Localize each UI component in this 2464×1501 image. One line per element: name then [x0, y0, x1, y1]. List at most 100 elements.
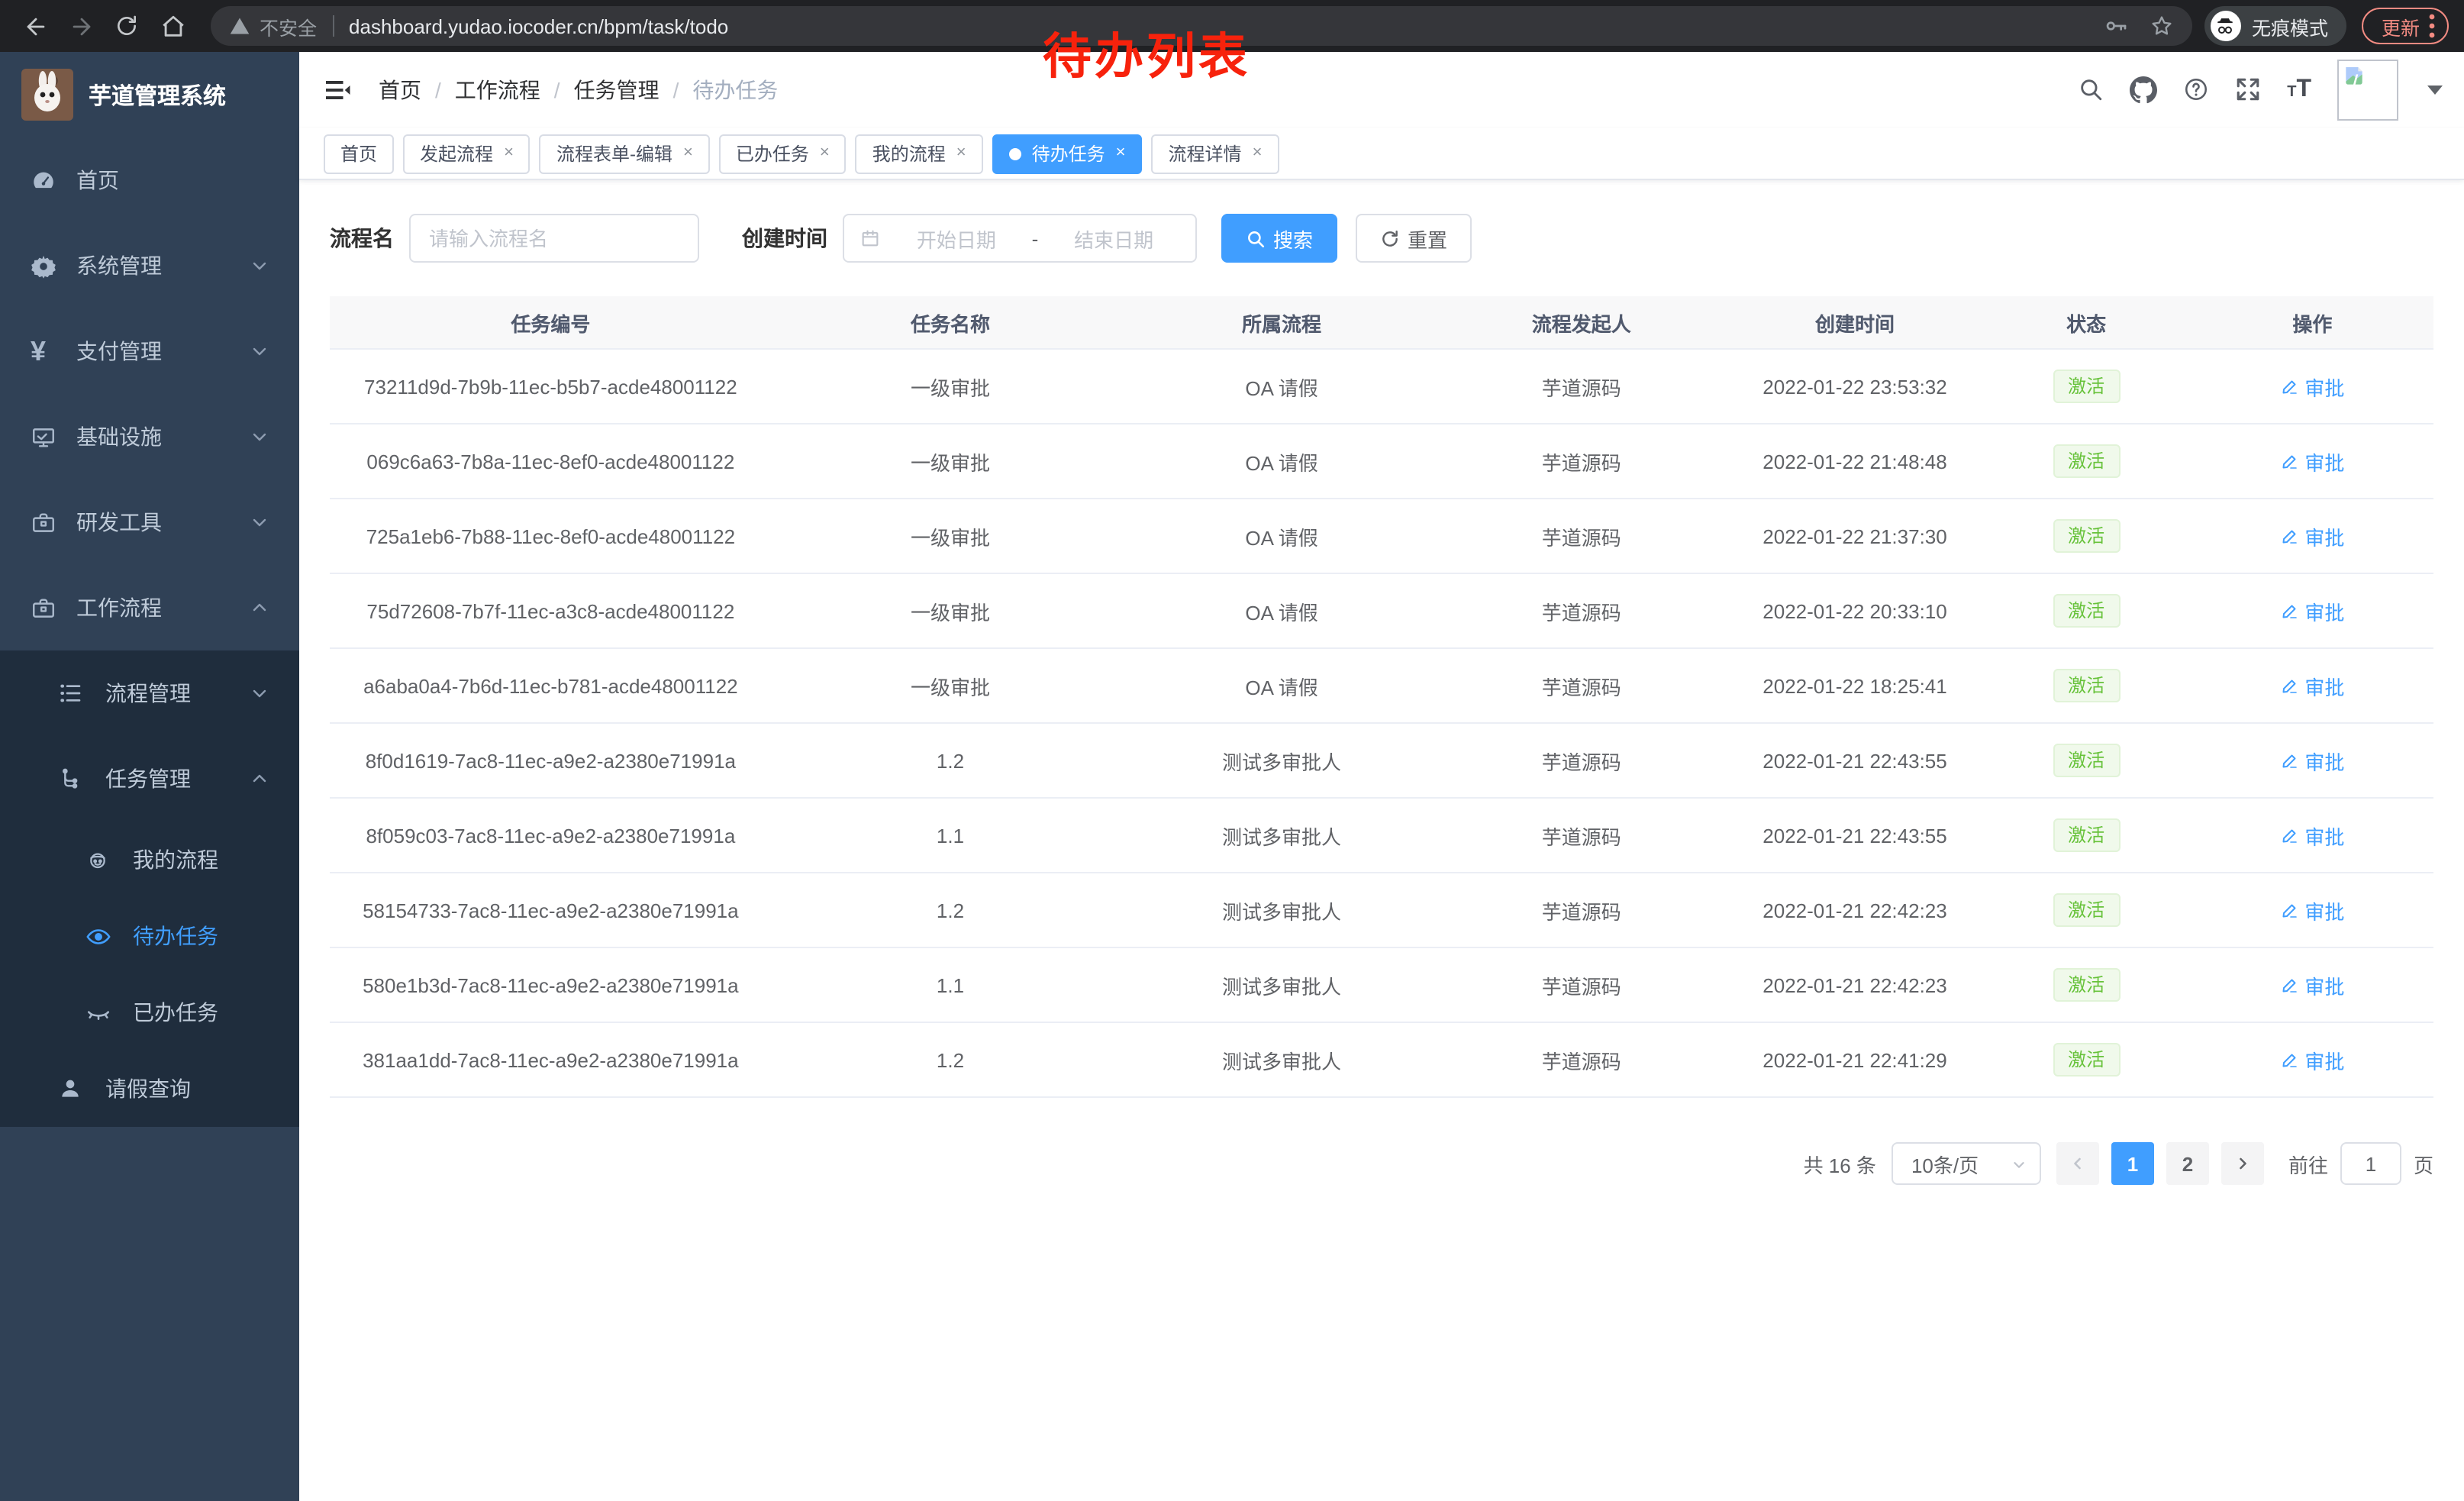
page-1-button[interactable]: 1	[2111, 1142, 2154, 1185]
col-process: 所属流程	[1129, 308, 1434, 337]
search-icon[interactable]	[2078, 76, 2104, 104]
yen-icon: ¥	[31, 337, 64, 365]
avatar-caret-icon[interactable]	[2427, 86, 2443, 95]
cell-task-name: 一级审批	[772, 521, 1130, 550]
sidebar-item-label: 工作流程	[76, 592, 162, 623]
cell-status: 激活	[1981, 893, 2191, 927]
cell-process: 测试多审批人	[1129, 896, 1434, 925]
tab-todo-tasks[interactable]: 待办任务×	[992, 134, 1143, 173]
goto-page-input[interactable]	[2340, 1142, 2401, 1185]
tab-start-process[interactable]: 发起流程×	[403, 134, 531, 173]
cell-created: 2022-01-22 23:53:32	[1729, 375, 1982, 398]
eye-icon	[85, 923, 119, 949]
refresh-icon	[1380, 228, 1400, 248]
approve-link[interactable]: 审批	[2280, 596, 2344, 625]
user-icon	[58, 1077, 92, 1101]
main-area: 首页 / 工作流程 / 任务管理 / 待办任务	[299, 52, 2464, 1501]
close-icon[interactable]: ×	[504, 145, 514, 162]
close-icon[interactable]: ×	[820, 145, 830, 162]
date-range-picker[interactable]: 开始日期 - 结束日期	[843, 214, 1197, 263]
approve-link[interactable]: 审批	[2280, 970, 2344, 999]
sidebar-item-my-process[interactable]: 我的流程	[0, 822, 299, 898]
home-icon[interactable]	[153, 6, 192, 46]
sidebar-collapse-icon[interactable]	[324, 76, 351, 104]
table-row: 381aa1dd-7ac8-11ec-a9e2-a2380e71991a 1.2…	[330, 1023, 2433, 1098]
sidebar-item-leave-query[interactable]: 请假查询	[0, 1051, 299, 1127]
status-badge: 激活	[2053, 594, 2120, 628]
breadcrumb-workflow[interactable]: 工作流程	[455, 75, 540, 105]
app-logo[interactable]: 芋道管理系统	[0, 52, 299, 137]
browser-update-button[interactable]: 更新	[2362, 8, 2449, 44]
cell-status: 激活	[1981, 744, 2191, 777]
sidebar-item-infra[interactable]: 基础设施	[0, 394, 299, 479]
approve-link[interactable]: 审批	[2280, 896, 2344, 925]
menu-dots-icon[interactable]	[2429, 14, 2435, 38]
close-icon[interactable]: ×	[683, 145, 693, 162]
cell-created: 2022-01-22 21:48:48	[1729, 450, 1982, 473]
reset-button[interactable]: 重置	[1356, 214, 1472, 263]
cell-process: OA 请假	[1129, 596, 1434, 625]
sidebar-item-workflow[interactable]: 工作流程	[0, 565, 299, 650]
approve-link[interactable]: 审批	[2280, 821, 2344, 850]
sidebar-item-process-mgmt[interactable]: 流程管理	[0, 650, 299, 736]
reload-icon[interactable]	[107, 6, 147, 46]
close-icon[interactable]: ×	[956, 145, 966, 162]
avatar[interactable]	[2337, 60, 2398, 121]
cell-starter: 芋道源码	[1434, 596, 1729, 625]
next-page-button[interactable]	[2221, 1142, 2264, 1185]
cell-actions: 审批	[2191, 1045, 2433, 1074]
approve-link[interactable]: 审批	[2280, 372, 2344, 401]
search-button[interactable]: 搜索	[1221, 214, 1337, 263]
sidebar-item-devtools[interactable]: 研发工具	[0, 479, 299, 565]
cell-task-name: 一级审批	[772, 671, 1130, 700]
forward-icon[interactable]	[61, 6, 101, 46]
tab-form-edit[interactable]: 流程表单-编辑×	[540, 134, 710, 173]
col-starter: 流程发起人	[1434, 308, 1729, 337]
sidebar-item-home[interactable]: 首页	[0, 137, 299, 223]
approve-link[interactable]: 审批	[2280, 521, 2344, 550]
fullscreen-icon[interactable]	[2235, 76, 2261, 104]
font-size-icon[interactable]: TT	[2287, 78, 2311, 102]
page-size-select[interactable]: 10条/页	[1892, 1142, 2041, 1185]
close-icon[interactable]: ×	[1253, 145, 1263, 162]
cell-actions: 审批	[2191, 447, 2433, 476]
sidebar-item-todo-tasks[interactable]: 待办任务	[0, 898, 299, 974]
github-icon[interactable]	[2130, 76, 2157, 104]
approve-link[interactable]: 审批	[2280, 1045, 2344, 1074]
cell-starter: 芋道源码	[1434, 746, 1729, 775]
cell-status: 激活	[1981, 594, 2191, 628]
cell-status: 激活	[1981, 370, 2191, 403]
breadcrumb-home[interactable]: 首页	[379, 75, 421, 105]
cell-task-id: 381aa1dd-7ac8-11ec-a9e2-a2380e71991a	[330, 1048, 772, 1071]
tab-done-tasks[interactable]: 已办任务×	[719, 134, 847, 173]
page-2-button[interactable]: 2	[2166, 1142, 2209, 1185]
approve-link[interactable]: 审批	[2280, 671, 2344, 700]
key-icon[interactable]	[2104, 14, 2128, 38]
tab-my-process[interactable]: 我的流程×	[856, 134, 983, 173]
cell-created: 2022-01-21 22:43:55	[1729, 824, 1982, 847]
breadcrumb-task-mgmt[interactable]: 任务管理	[574, 75, 660, 105]
tab-home[interactable]: 首页	[324, 134, 394, 173]
status-badge: 激活	[2053, 370, 2120, 403]
chevron-right-icon	[2233, 1154, 2252, 1173]
edit-pencil-icon	[2280, 1051, 2298, 1069]
prev-page-button[interactable]	[2056, 1142, 2099, 1185]
approve-link[interactable]: 审批	[2280, 746, 2344, 775]
cell-status: 激活	[1981, 1043, 2191, 1077]
bookmark-star-icon[interactable]	[2150, 14, 2174, 38]
tab-process-detail[interactable]: 流程详情×	[1152, 134, 1279, 173]
approve-link[interactable]: 审批	[2280, 447, 2344, 476]
table-row: a6aba0a4-7b6d-11ec-b781-acde48001122 一级审…	[330, 649, 2433, 724]
cell-task-id: 58154733-7ac8-11ec-a9e2-a2380e71991a	[330, 899, 772, 922]
table-row: 58154733-7ac8-11ec-a9e2-a2380e71991a 1.2…	[330, 873, 2433, 948]
close-icon[interactable]: ×	[1116, 145, 1126, 162]
sidebar-item-payment[interactable]: ¥ 支付管理	[0, 308, 299, 394]
sidebar-item-task-mgmt[interactable]: 任务管理	[0, 736, 299, 822]
back-icon[interactable]	[15, 6, 55, 46]
process-name-input[interactable]	[409, 214, 699, 263]
cell-starter: 芋道源码	[1434, 372, 1729, 401]
sidebar-item-done-tasks[interactable]: 已办任务	[0, 974, 299, 1051]
sidebar-item-system[interactable]: 系统管理	[0, 223, 299, 308]
calendar-icon	[859, 228, 881, 249]
help-icon[interactable]	[2183, 76, 2209, 104]
